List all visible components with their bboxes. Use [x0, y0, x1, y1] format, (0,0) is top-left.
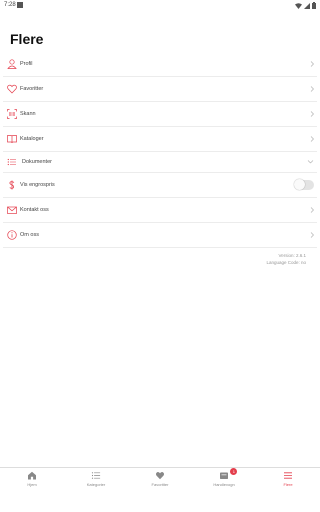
chevron-right-icon	[310, 136, 315, 143]
tab-kategorier[interactable]: Kategorier	[64, 468, 128, 490]
book-icon	[7, 134, 17, 144]
user-icon	[7, 59, 17, 69]
chevron-right-icon	[310, 86, 315, 93]
more-menu-list: Profil Favoritter Skann Kataloger Dokume…	[3, 52, 317, 248]
menu-item-om-oss[interactable]: Om oss	[3, 223, 317, 248]
menu-item-dokumenter[interactable]: Dokumenter	[3, 152, 317, 173]
status-bar: 7:28	[0, 0, 320, 12]
mail-icon	[7, 205, 17, 215]
version-info: Version: 2.6.1 Language Code: no	[266, 252, 306, 266]
chevron-right-icon	[310, 61, 315, 68]
menu-item-label: Skann	[20, 111, 36, 117]
chevron-right-icon	[310, 232, 315, 239]
page-title: Flere	[10, 31, 44, 47]
tab-flere[interactable]: Flere	[256, 468, 320, 490]
menu-item-label: Favoritter	[20, 86, 44, 92]
menu-item-label: Kataloger	[20, 136, 44, 142]
menu-item-label: Dokumenter	[22, 159, 52, 165]
menu-item-skann[interactable]: Skann	[3, 102, 317, 127]
dollar-icon	[7, 180, 17, 190]
menu-item-label: Om oss	[20, 232, 39, 238]
chevron-right-icon	[310, 111, 315, 118]
signal-icon	[304, 2, 310, 9]
list-icon	[7, 157, 17, 167]
menu-item-kataloger[interactable]: Kataloger	[3, 127, 317, 152]
tab-label: Favoritter	[151, 482, 169, 487]
menu-item-kontakt-oss[interactable]: Kontakt oss	[3, 198, 317, 223]
tab-favoritter[interactable]: Favoritter	[128, 468, 192, 490]
status-time: 7:28	[4, 2, 16, 8]
menu-item-vis-engrospris: Vis engrospris	[3, 173, 317, 198]
list-icon	[91, 471, 101, 480]
tab-label: Flere	[283, 482, 293, 487]
wifi-icon	[295, 2, 302, 9]
battery-icon	[312, 2, 316, 9]
tab-label: Handlevogn	[213, 482, 235, 487]
home-icon	[28, 471, 37, 480]
language-code-text: Language Code: no	[266, 260, 306, 265]
cart-icon	[220, 471, 229, 480]
tab-label: Kategorier	[86, 482, 106, 487]
wholesale-price-toggle[interactable]	[294, 179, 314, 190]
version-text: Version: 2.6.1	[278, 253, 306, 258]
bottom-tab-bar: Hjem Kategorier Favoritter 1 Handlevogn …	[0, 467, 320, 490]
menu-item-favoritter[interactable]: Favoritter	[3, 77, 317, 102]
toggle-knob	[294, 179, 305, 190]
menu-item-profil[interactable]: Profil	[3, 52, 317, 77]
menu-icon	[284, 471, 293, 480]
tab-hjem[interactable]: Hjem	[0, 468, 64, 490]
chevron-right-icon	[310, 207, 315, 214]
heart-icon	[7, 84, 17, 94]
menu-item-label: Vis engrospris	[20, 182, 55, 188]
cart-count-badge: 1	[230, 468, 238, 475]
barcode-scan-icon	[7, 109, 17, 119]
info-icon	[7, 230, 17, 240]
notification-icon	[17, 2, 23, 8]
status-icons	[295, 2, 316, 9]
menu-item-label: Kontakt oss	[20, 207, 49, 213]
chevron-down-icon	[307, 160, 314, 165]
tab-label: Hjem	[27, 482, 37, 487]
tab-handlevogn[interactable]: 1 Handlevogn	[192, 468, 256, 490]
heart-icon	[155, 471, 165, 480]
menu-item-label: Profil	[20, 61, 33, 67]
